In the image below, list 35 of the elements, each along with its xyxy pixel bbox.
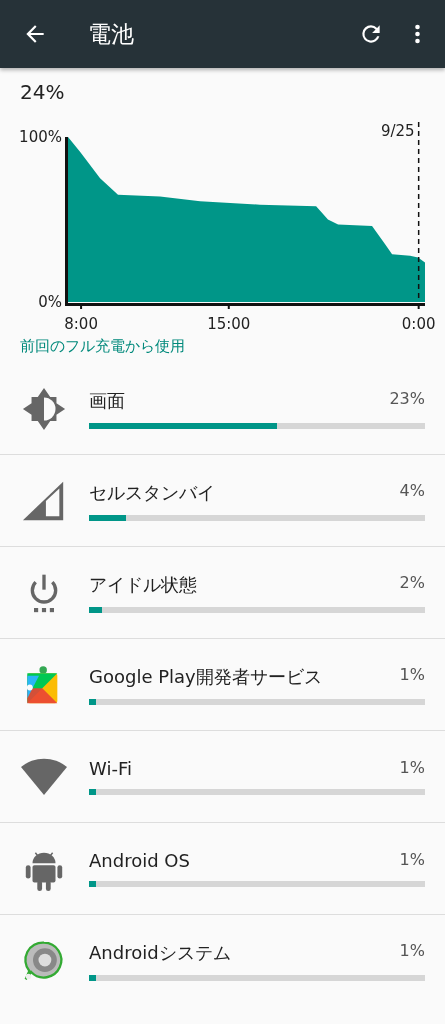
x-tick-label: 15:00 [207,315,251,333]
wifi-icon [19,756,68,797]
x-tick-label: 0:00 [401,315,436,333]
usage-percent: 1% [399,758,425,779]
screen-title: 電池 [88,19,135,49]
usage-name: 画面 [89,388,125,413]
date-label: 9/25 [381,122,415,140]
x-tick [227,306,230,309]
usage-item[interactable]: アイドル状態 2% [0,547,445,639]
usage-name: Google Play開発者サービス [89,664,322,689]
x-tick [417,306,420,309]
battery-percent: 24% [19,79,66,106]
usage-item[interactable]: セルスタンバイ 4% [0,455,445,547]
usage-item[interactable]: Android OS 1% [0,823,445,915]
usage-name: Androidシステム [89,940,231,965]
y-tick-label: 100% [19,128,62,146]
x-tick-label: 8:00 [64,315,98,333]
usage-percent: 1% [399,850,425,871]
section-title: 前回のフル充電から使用 [19,336,186,357]
x-tick [80,306,83,309]
usage-name: セルスタンバイ [89,480,215,505]
usage-item[interactable]: Google Play開発者サービス 1% [0,639,445,731]
usage-percent: 2% [399,572,425,594]
usage-percent: 1% [399,940,425,962]
usage-name: アイドル状態 [89,572,197,597]
usage-item[interactable]: 画面 23% [0,363,445,455]
more-options-icon[interactable] [414,22,421,46]
usage-item[interactable]: Androidシステム 1% [0,915,445,1006]
y-tick-label: 0% [38,293,62,311]
usage-percent: 1% [399,664,425,686]
usage-name: Wi-Fi [89,758,132,779]
usage-item[interactable]: Wi-Fi 1% [0,731,445,823]
usage-percent: 4% [399,480,425,502]
usage-name: Android OS [89,850,190,871]
usage-percent: 23% [389,388,425,410]
